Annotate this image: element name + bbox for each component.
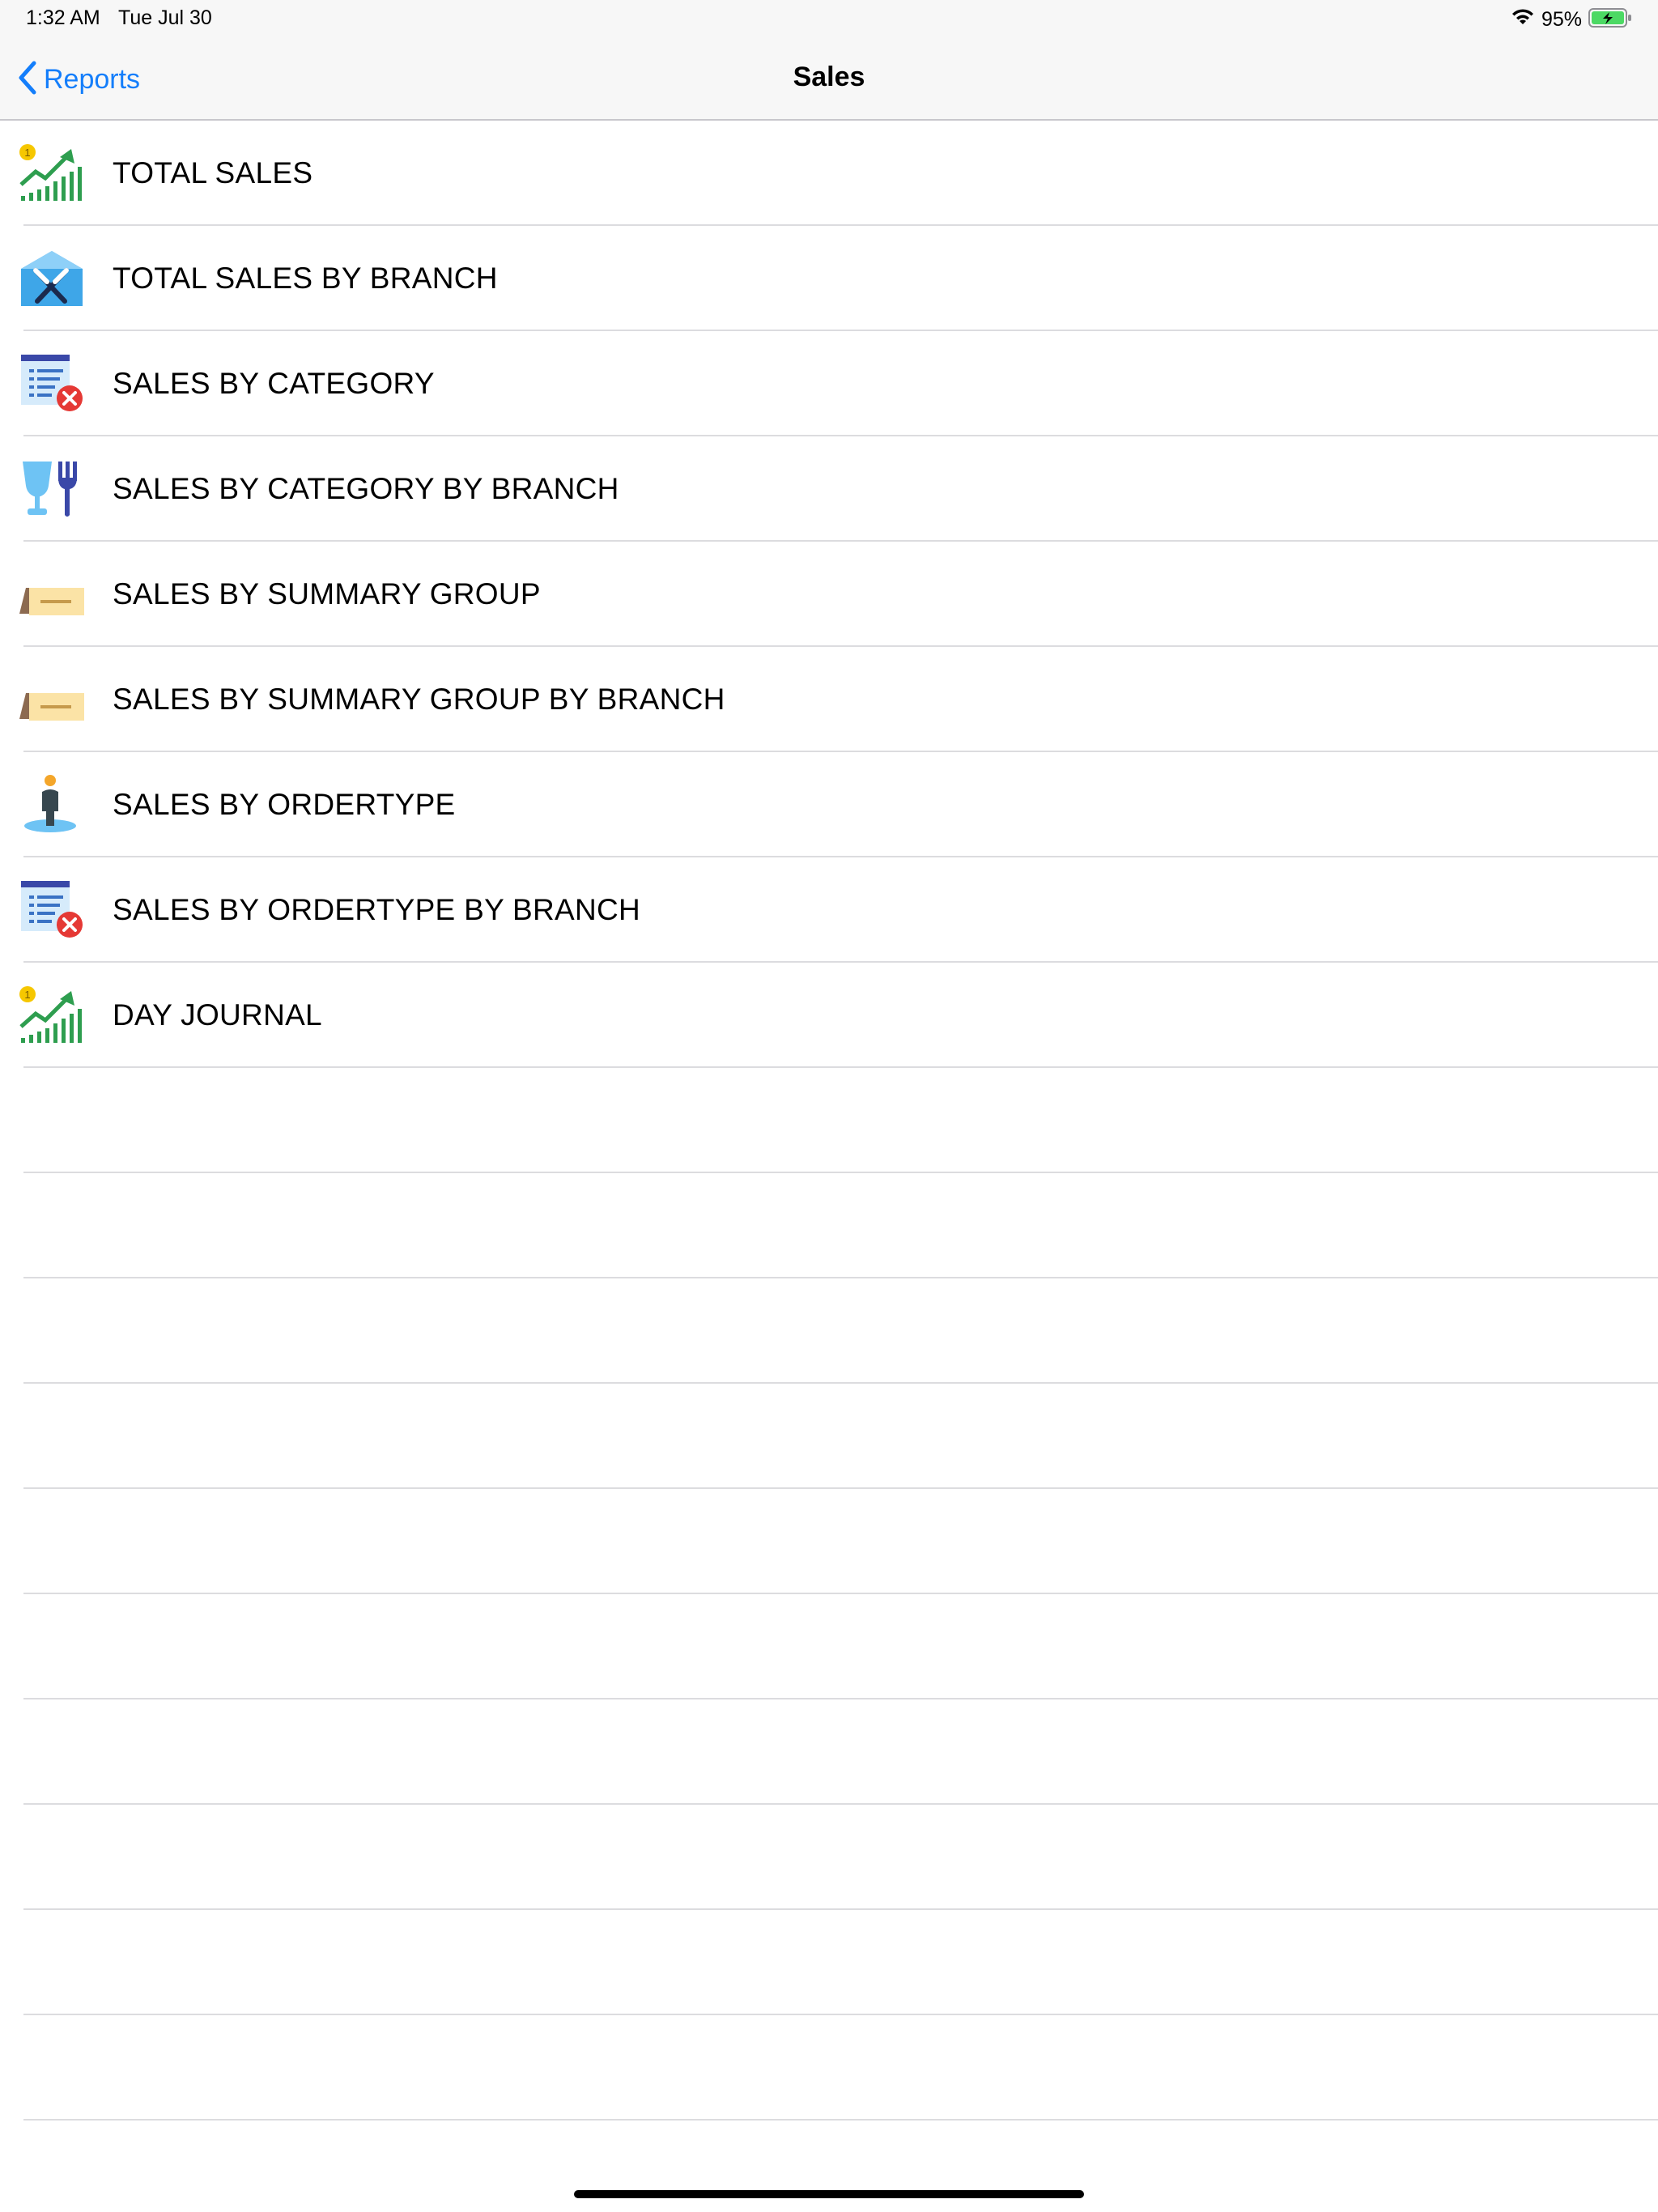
- empty-list-row: [0, 1278, 1658, 1384]
- list-item-label: SALES BY ORDERTYPE BY BRANCH: [113, 893, 641, 926]
- empty-list-row: [0, 1805, 1658, 1910]
- menu-list-cancel-icon: [18, 353, 86, 415]
- status-bar: 1:32 AM Tue Jul 30 95%: [0, 0, 1658, 39]
- list-item-sales-by-ordertype-by-branch[interactable]: SALES BY ORDERTYPE BY BRANCH: [0, 857, 1658, 963]
- glass-fork-icon: [18, 458, 86, 520]
- empty-list-row: [0, 1384, 1658, 1489]
- list-item-label: SALES BY SUMMARY GROUP: [113, 577, 541, 610]
- table-sign-icon: [18, 669, 86, 730]
- person-pin-icon: [18, 774, 86, 836]
- list-item-total-sales-by-branch[interactable]: TOTAL SALES BY BRANCH: [0, 226, 1658, 331]
- empty-list-row: [0, 1489, 1658, 1594]
- navigation-bar: Reports Sales: [0, 39, 1658, 121]
- report-list: 1 TOTAL SALES TOTAL SALES BY BRANCH SALE…: [0, 121, 1658, 2121]
- list-item-label: SALES BY SUMMARY GROUP BY BRANCH: [113, 683, 725, 716]
- table-sign-icon: [18, 564, 86, 625]
- empty-list-row: [0, 1173, 1658, 1278]
- page-title: Sales: [793, 62, 865, 92]
- svg-text:1: 1: [24, 989, 30, 1001]
- growth-chart-icon: 1: [18, 143, 86, 204]
- battery-charging-icon: [1588, 7, 1634, 32]
- menu-list-cancel-icon: [18, 879, 86, 941]
- wifi-icon: [1511, 8, 1535, 32]
- battery-percentage: 95%: [1541, 7, 1582, 31]
- list-item-label: TOTAL SALES: [113, 156, 313, 189]
- list-item-label: DAY JOURNAL: [113, 998, 322, 1032]
- list-item-sales-by-category[interactable]: SALES BY CATEGORY: [0, 331, 1658, 436]
- empty-list-row: [0, 1699, 1658, 1805]
- list-item-day-journal[interactable]: 1 DAY JOURNAL: [0, 963, 1658, 1068]
- empty-list-row: [0, 1594, 1658, 1699]
- list-item-label: SALES BY CATEGORY: [113, 367, 435, 400]
- svg-text:1: 1: [24, 147, 30, 159]
- empty-list-row: [0, 1068, 1658, 1173]
- home-indicator[interactable]: [574, 2190, 1084, 2198]
- status-time: 1:32 AM: [26, 6, 100, 29]
- status-date: Tue Jul 30: [118, 6, 212, 29]
- status-indicators: 95%: [1511, 5, 1634, 34]
- empty-list-row: [0, 1910, 1658, 2015]
- list-item-label: SALES BY CATEGORY BY BRANCH: [113, 472, 619, 505]
- empty-list-row: [0, 2015, 1658, 2121]
- restaurant-tent-icon: [18, 248, 86, 309]
- growth-chart-icon: 1: [18, 985, 86, 1046]
- list-item-sales-by-summary-group[interactable]: SALES BY SUMMARY GROUP: [0, 542, 1658, 647]
- list-item-label: SALES BY ORDERTYPE: [113, 788, 456, 821]
- list-item-label: TOTAL SALES BY BRANCH: [113, 262, 498, 295]
- list-item-total-sales[interactable]: 1 TOTAL SALES: [0, 121, 1658, 226]
- list-item-sales-by-ordertype[interactable]: SALES BY ORDERTYPE: [0, 752, 1658, 857]
- list-item-sales-by-summary-group-by-branch[interactable]: SALES BY SUMMARY GROUP BY BRANCH: [0, 647, 1658, 752]
- list-item-sales-by-category-by-branch[interactable]: SALES BY CATEGORY BY BRANCH: [0, 436, 1658, 542]
